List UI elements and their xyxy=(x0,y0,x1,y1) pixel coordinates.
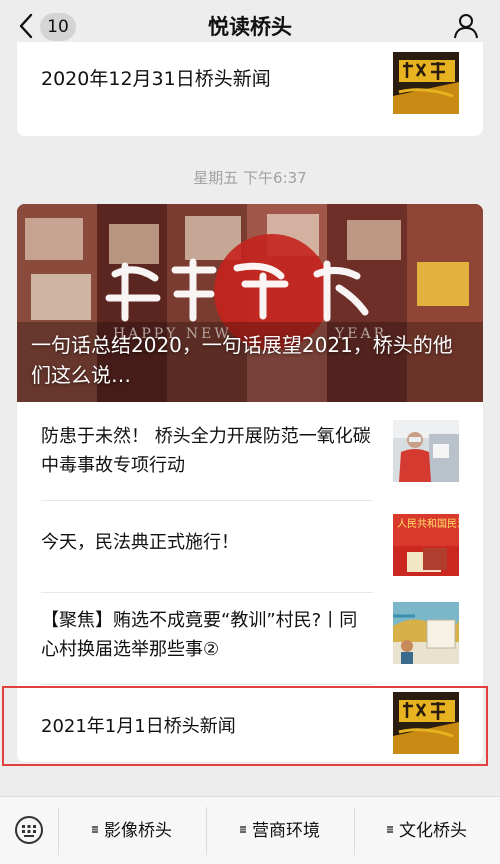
thumbnail-text: 人民共和国民法典 1年1月1日起施 xyxy=(397,517,459,530)
highlight-box xyxy=(2,686,488,766)
menu-icon xyxy=(387,826,393,832)
page-title: 悦读桥头 xyxy=(208,15,292,39)
unread-count-badge[interactable]: 10 xyxy=(40,13,76,41)
article-item[interactable]: 今天，民法典正式施行！ 人民共和国民法典 1年1月1日起施 xyxy=(17,500,483,590)
article-thumbnail xyxy=(393,602,459,664)
hero-article-title: 一句话总结2020，一句话展望2021，桥头的他们这么说… xyxy=(31,333,453,387)
message-timestamp: 星期五 下午6:37 xyxy=(193,169,307,187)
menu-item-yingxiang[interactable]: 影像桥头 xyxy=(58,797,206,864)
menu-icon xyxy=(92,826,98,832)
previous-article-card[interactable]: 2020年12月31日桥头新闻 xyxy=(17,42,483,136)
menu-icon xyxy=(240,826,246,832)
menu-item-wenhua[interactable]: 文化桥头 xyxy=(354,797,500,864)
person-icon[interactable] xyxy=(452,12,480,40)
bottom-menu-bar: 影像桥头 营商环境 文化桥头 xyxy=(0,796,500,864)
menu-item-label: 影像桥头 xyxy=(104,821,172,841)
article-title: 防患于未然！ 桥头全力开展防范一氧化碳中毒事故专项行动 xyxy=(41,426,371,476)
article-thumbnail: 人民共和国民法典 1年1月1日起施 xyxy=(393,514,459,576)
article-title: 今天，民法典正式施行！ xyxy=(41,532,239,553)
article-item[interactable]: 防患于未然！ 桥头全力开展防范一氧化碳中毒事故专项行动 xyxy=(17,402,483,492)
article-title: 2020年12月31日桥头新闻 xyxy=(41,68,271,90)
menu-item-label: 营商环境 xyxy=(252,821,320,841)
menu-item-yingshang[interactable]: 营商环境 xyxy=(206,797,354,864)
hero-article[interactable]: HAPPY NEW YEAR 一句话总结2020，一句话展望2021，桥头的他们… xyxy=(17,204,483,402)
chevron-left-icon[interactable] xyxy=(16,12,38,40)
article-title: 【聚焦】贿选不成竟要“教训”村民?丨同心村换届选举那些事② xyxy=(41,610,358,660)
menu-item-label: 文化桥头 xyxy=(399,821,467,841)
article-thumbnail xyxy=(393,52,459,114)
article-thumbnail xyxy=(393,420,459,482)
keyboard-icon[interactable] xyxy=(14,815,44,845)
article-group-card: HAPPY NEW YEAR 一句话总结2020，一句话展望2021，桥头的他们… xyxy=(17,204,483,762)
article-item[interactable]: 【聚焦】贿选不成竟要“教训”村民?丨同心村换届选举那些事② xyxy=(17,592,483,682)
